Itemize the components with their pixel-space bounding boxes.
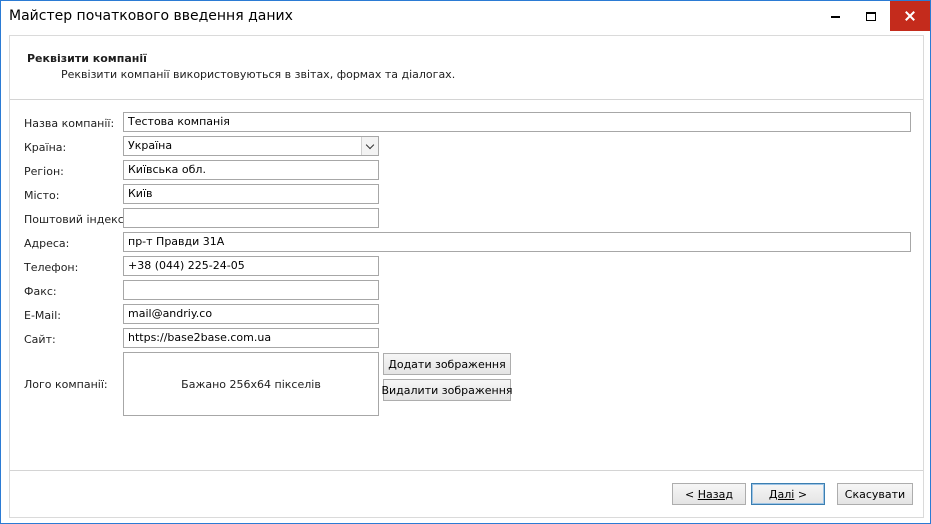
back-button-label: Назад	[697, 487, 733, 501]
site-input[interactable]: https://base2base.com.ua	[123, 328, 379, 348]
header-divider	[10, 99, 923, 100]
add-image-button[interactable]: Додати зображення	[383, 353, 511, 375]
site-label: Сайт:	[24, 333, 56, 346]
phone-input[interactable]: +38 (044) 225-24-05	[123, 256, 379, 276]
address-label: Адреса:	[24, 237, 70, 250]
logo-image-area[interactable]: Бажано 256x64 пікселів	[123, 352, 379, 416]
next-button[interactable]: Далі >	[751, 483, 825, 505]
close-button[interactable]	[890, 1, 930, 31]
company-name-input[interactable]: Тестова компанія	[123, 112, 911, 132]
address-input[interactable]: пр-т Правди 31А	[123, 232, 911, 252]
city-label: Місто:	[24, 189, 60, 202]
email-label: E-Mail:	[24, 309, 61, 322]
window-title: Майстер початкового введення даних	[9, 8, 293, 24]
wizard-window: Майстер початкового введення даних Рекві…	[0, 0, 931, 524]
wizard-content: Реквізити компанії Реквізити компанії ви…	[9, 35, 924, 518]
minimize-button[interactable]	[817, 1, 853, 31]
phone-label: Телефон:	[24, 261, 79, 274]
postal-code-input[interactable]	[123, 208, 379, 228]
next-button-label: Далі	[768, 487, 795, 501]
logo-label: Лого компанії:	[24, 378, 108, 391]
region-label: Регіон:	[24, 165, 64, 178]
fax-label: Факс:	[24, 285, 57, 298]
close-icon	[905, 11, 915, 21]
country-select[interactable]: Україна	[123, 136, 379, 156]
page-description: Реквізити компанії використовуються в зв…	[61, 68, 456, 81]
title-bar: Майстер початкового введення даних	[1, 1, 930, 31]
postal-code-label: Поштовий індекс:	[24, 213, 128, 226]
minimize-icon	[830, 16, 840, 18]
city-input[interactable]: Київ	[123, 184, 379, 204]
company-name-label: Назва компанії:	[24, 117, 115, 130]
maximize-button[interactable]	[853, 1, 889, 31]
fax-input[interactable]	[123, 280, 379, 300]
chevron-down-icon	[365, 140, 375, 149]
email-input[interactable]: mail@andriy.co	[123, 304, 379, 324]
back-button-prefix: <	[685, 487, 698, 501]
page-title: Реквізити компанії	[27, 52, 147, 65]
remove-image-button[interactable]: Видалити зображення	[381, 379, 513, 401]
next-button-suffix: >	[794, 487, 808, 501]
country-label: Країна:	[24, 141, 67, 154]
region-input[interactable]: Київська обл.	[123, 160, 379, 180]
back-button[interactable]: < Назад	[672, 483, 746, 505]
cancel-button[interactable]: Скасувати	[837, 483, 913, 505]
country-dropdown-button[interactable]	[361, 137, 378, 155]
country-selected-value: Україна	[128, 139, 173, 152]
maximize-icon	[866, 11, 876, 21]
footer-divider	[10, 470, 923, 471]
logo-placeholder-text: Бажано 256x64 пікселів	[181, 377, 321, 391]
